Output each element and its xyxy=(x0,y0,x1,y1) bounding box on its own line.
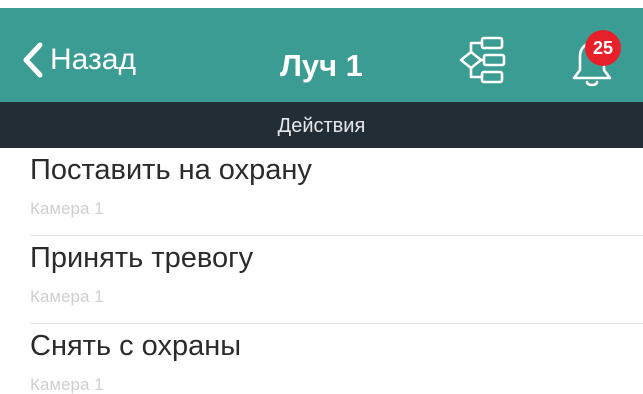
action-title: Поставить на охрану xyxy=(30,154,312,186)
action-item-disarm[interactable]: Снять с охраны Камера 1 xyxy=(0,324,643,394)
scheme-icon xyxy=(459,36,506,84)
navigation-bar: Назад Луч 1 25 xyxy=(0,0,643,102)
action-list: Поставить на охрану Камера 1 Принять тре… xyxy=(0,148,643,394)
scheme-button[interactable] xyxy=(458,34,510,86)
action-subtitle: Камера 1 xyxy=(30,287,104,306)
back-button-label: Назад xyxy=(50,43,136,76)
app-screen: Назад Луч 1 25 Действия Поставить на охр… xyxy=(0,0,643,394)
action-title: Принять тревогу xyxy=(30,242,254,274)
back-button[interactable]: Назад xyxy=(22,38,136,82)
action-subtitle: Камера 1 xyxy=(30,199,104,218)
action-item-accept-alarm[interactable]: Принять тревогу Камера 1 xyxy=(0,236,643,324)
alarm-count-badge: 25 xyxy=(585,30,621,66)
action-title: Снять с охраны xyxy=(30,330,242,362)
section-header: Действия xyxy=(0,102,643,148)
action-item-arm[interactable]: Поставить на охрану Камера 1 xyxy=(0,148,643,236)
chevron-left-icon xyxy=(23,42,43,78)
action-subtitle: Камера 1 xyxy=(30,375,104,394)
